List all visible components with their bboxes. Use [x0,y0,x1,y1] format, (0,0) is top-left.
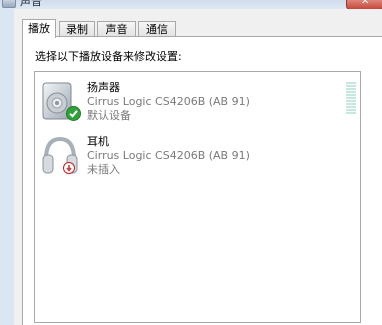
window-title: 声音 [20,0,42,8]
unplugged-icon [63,162,75,174]
title-bar: 声音 ✕ [0,0,382,10]
playback-panel: 选择以下播放设备来修改设置: 扬声器 Cirrus Logic CS4206B … [22,36,382,325]
device-name: 扬声器 [87,81,120,94]
tab-recording[interactable]: 录制 [59,21,95,37]
device-description: Cirrus Logic CS4206B (AB 91) [87,149,250,162]
sound-app-icon [2,0,16,8]
tab-communications[interactable]: 通信 [138,21,176,37]
instruction-label: 选择以下播放设备来修改设置: [35,50,182,63]
device-status: 未插入 [87,163,120,176]
close-icon: ✕ [361,0,370,7]
speaker-text: 扬声器 Cirrus Logic CS4206B (AB 91) 默认设备 [87,81,250,123]
device-description: Cirrus Logic CS4206B (AB 91) [87,95,250,108]
device-status: 默认设备 [87,109,131,122]
device-speaker[interactable]: 扬声器 Cirrus Logic CS4206B (AB 91) 默认设备 [35,76,335,136]
headphones-text: 耳机 Cirrus Logic CS4206B (AB 91) 未插入 [87,135,250,177]
default-check-icon [66,106,81,121]
volume-meter [346,82,356,114]
tab-playback[interactable]: 播放 [22,19,56,38]
device-name: 耳机 [87,135,109,148]
tab-sounds[interactable]: 声音 [97,21,136,37]
device-list: 扬声器 Cirrus Logic CS4206B (AB 91) 默认设备 耳机… [34,71,361,323]
device-headphones[interactable]: 耳机 Cirrus Logic CS4206B (AB 91) 未插入 [35,130,335,190]
